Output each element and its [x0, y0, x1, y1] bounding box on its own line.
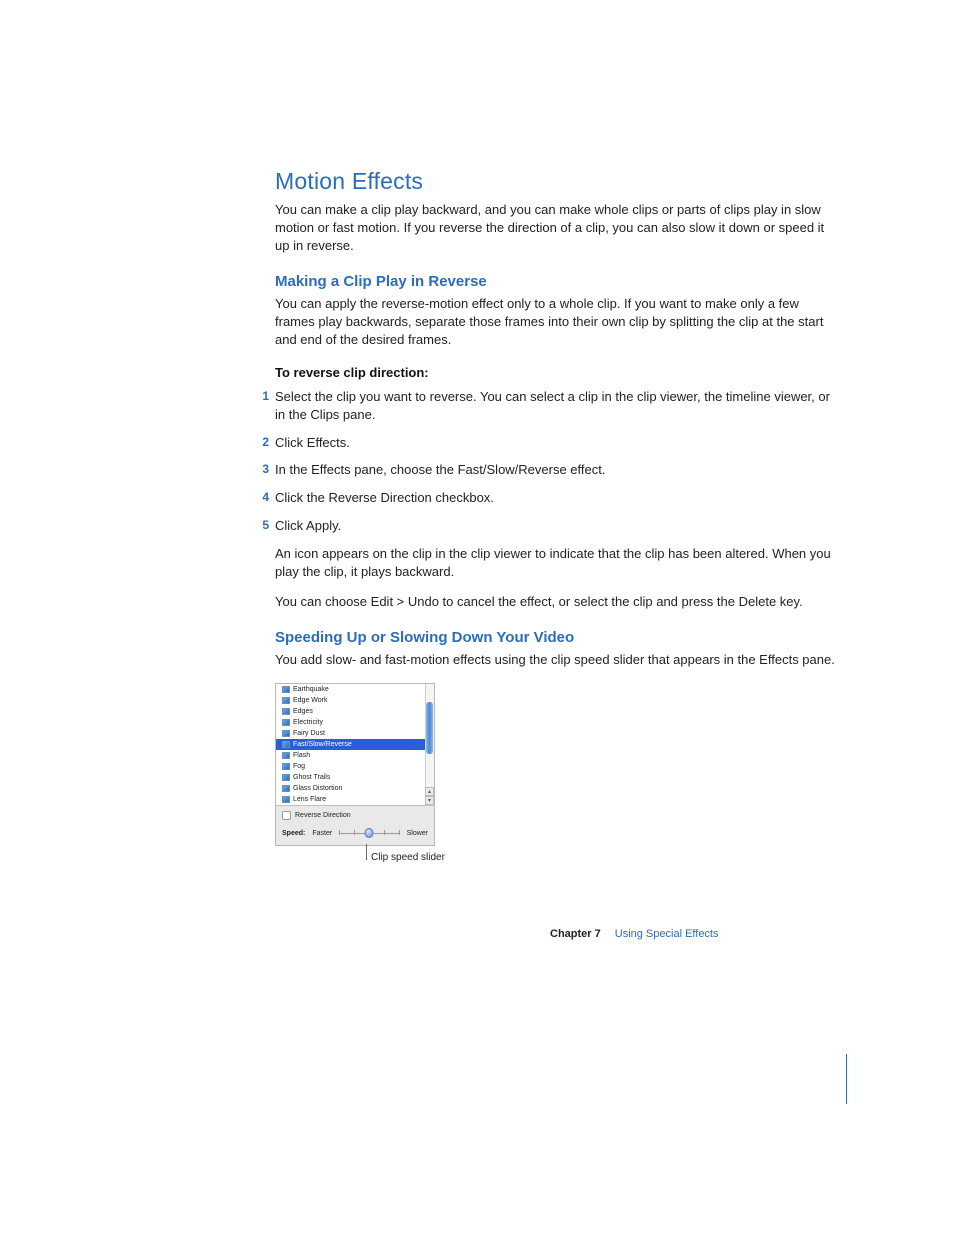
- reverse-direction-checkbox[interactable]: [282, 811, 291, 820]
- scroll-up-button[interactable]: ▴: [425, 787, 434, 796]
- result-note: An icon appears on the clip in the clip …: [275, 545, 835, 581]
- scrollbar-track[interactable]: ▴ ▾: [425, 684, 434, 805]
- subsection-heading-speed: Speeding Up or Slowing Down Your Video: [275, 629, 835, 646]
- effect-label: Flash: [293, 752, 310, 759]
- undo-note: You can choose Edit > Undo to cancel the…: [275, 593, 835, 611]
- effect-icon: [282, 730, 290, 737]
- effect-icon: [282, 719, 290, 726]
- effects-list-item[interactable]: Fog: [276, 761, 434, 772]
- effect-label: Fast/Slow/Reverse: [293, 741, 352, 748]
- speed-max-label: Slower: [407, 830, 428, 837]
- chapter-title: Using Special Effects: [615, 928, 719, 940]
- effect-icon: [282, 796, 290, 803]
- page-content: Motion Effects You can make a clip play …: [275, 168, 835, 864]
- step-text: Click Effects.: [275, 435, 350, 450]
- effects-list-item[interactable]: Edges: [276, 706, 434, 717]
- effect-label: Fairy Dust: [293, 730, 325, 737]
- scrollbar-thumb[interactable]: [426, 702, 433, 754]
- reverse-direction-label: Reverse Direction: [295, 812, 351, 819]
- effect-icon: [282, 697, 290, 704]
- effect-label: Lens Flare: [293, 796, 326, 803]
- callout: Clip speed slider: [275, 846, 435, 864]
- speed-slider-thumb[interactable]: [365, 828, 374, 838]
- effect-icon: [282, 774, 290, 781]
- effects-list-item-selected[interactable]: Fast/Slow/Reverse: [276, 739, 434, 750]
- effects-controls: Reverse Direction Speed: Faster Slower: [276, 806, 434, 845]
- footer-rule: [846, 1054, 847, 1104]
- speed-label: Speed:: [282, 830, 305, 837]
- step-item: 1Select the clip you want to reverse. Yo…: [275, 388, 835, 424]
- step-text: Select the clip you want to reverse. You…: [275, 389, 830, 422]
- effects-list[interactable]: Earthquake Edge Work Edges Electricity F…: [276, 684, 434, 806]
- section-heading: Motion Effects: [275, 168, 835, 195]
- effect-icon: [282, 686, 290, 693]
- effects-list-item[interactable]: Earthquake: [276, 684, 434, 695]
- effects-list-item[interactable]: Lens Flare: [276, 794, 434, 805]
- effect-icon: [282, 752, 290, 759]
- step-item: 5Click Apply.: [275, 517, 835, 535]
- effect-label: Electricity: [293, 719, 323, 726]
- effect-label: Ghost Trails: [293, 774, 330, 781]
- reverse-direction-row: Reverse Direction: [282, 811, 428, 820]
- effect-icon: [282, 741, 290, 748]
- step-text: In the Effects pane, choose the Fast/Slo…: [275, 462, 605, 477]
- effect-label: Earthquake: [293, 686, 329, 693]
- subsection-intro-speed: You add slow- and fast-motion effects us…: [275, 651, 835, 669]
- effects-list-item[interactable]: Edge Work: [276, 695, 434, 706]
- speed-slider-row: Speed: Faster Slower: [282, 828, 428, 838]
- effect-label: Edge Work: [293, 697, 328, 704]
- speed-min-label: Faster: [312, 830, 332, 837]
- effects-list-item[interactable]: Glass Distortion: [276, 783, 434, 794]
- step-item: 2Click Effects.: [275, 434, 835, 452]
- effects-list-item[interactable]: Fairy Dust: [276, 728, 434, 739]
- effect-icon: [282, 708, 290, 715]
- effects-list-item[interactable]: Flash: [276, 750, 434, 761]
- step-text: Click Apply.: [275, 518, 341, 533]
- effects-list-item[interactable]: Electricity: [276, 717, 434, 728]
- step-text: Click the Reverse Direction checkbox.: [275, 490, 494, 505]
- task-label: To reverse clip direction:: [275, 365, 835, 380]
- callout-label: Clip speed slider: [371, 852, 445, 863]
- chapter-number: Chapter 7: [550, 928, 601, 940]
- step-item: 3In the Effects pane, choose the Fast/Sl…: [275, 461, 835, 479]
- effects-list-item[interactable]: Ghost Trails: [276, 772, 434, 783]
- scroll-down-button[interactable]: ▾: [425, 796, 434, 805]
- speed-slider[interactable]: [339, 828, 399, 838]
- effect-label: Glass Distortion: [293, 785, 342, 792]
- subsection-intro-reverse: You can apply the reverse-motion effect …: [275, 295, 835, 349]
- steps-list: 1Select the clip you want to reverse. Yo…: [275, 388, 835, 536]
- effects-panel: Earthquake Edge Work Edges Electricity F…: [275, 683, 435, 846]
- effect-icon: [282, 763, 290, 770]
- effect-icon: [282, 785, 290, 792]
- step-item: 4Click the Reverse Direction checkbox.: [275, 489, 835, 507]
- subsection-heading-reverse: Making a Clip Play in Reverse: [275, 273, 835, 290]
- effects-pane-screenshot: Earthquake Edge Work Edges Electricity F…: [275, 683, 435, 864]
- effect-label: Fog: [293, 763, 305, 770]
- section-intro: You can make a clip play backward, and y…: [275, 201, 835, 255]
- effect-label: Edges: [293, 708, 313, 715]
